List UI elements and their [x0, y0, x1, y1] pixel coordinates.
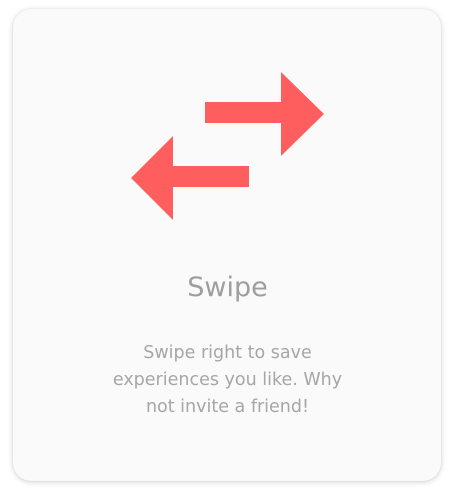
- card-description: Swipe right to save experiences you like…: [112, 343, 343, 417]
- card-title: Swipe: [187, 272, 268, 303]
- swap-arrows-icon: [131, 72, 324, 220]
- arrow-left-icon: [131, 136, 249, 220]
- arrow-right-icon: [205, 72, 324, 156]
